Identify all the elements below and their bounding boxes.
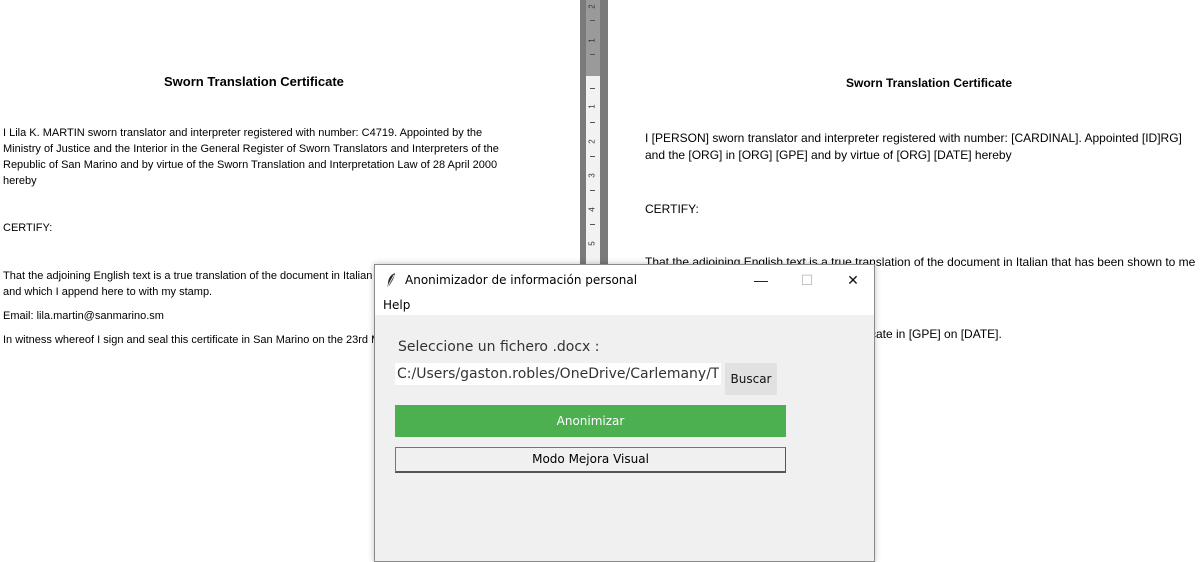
ruler-tick	[590, 156, 595, 157]
browse-button[interactable]: Buscar	[725, 363, 777, 395]
doc-line: Republic of San Marino and by virtue of …	[3, 159, 498, 171]
ruler-label: 4	[587, 207, 597, 212]
doc-title: Sworn Translation Certificate	[164, 74, 344, 89]
ruler-tick	[590, 20, 595, 21]
minimize-button[interactable]: —	[738, 265, 784, 295]
doc-line: and the [ORG] in [ORG] [GPE] and by virt…	[645, 148, 1012, 162]
doc-paragraph-witness: ficate in [GPE] on [DATE].	[864, 326, 1002, 343]
ruler-tick	[590, 122, 595, 123]
doc-paragraph-certify: CERTIFY:	[3, 220, 52, 236]
doc-line: I Lila K. MARTIN sworn translator and in…	[3, 127, 483, 139]
ruler-tick	[590, 54, 595, 55]
ruler-tick	[590, 224, 595, 225]
doc-line: I [PERSON] sworn translator and interpre…	[645, 131, 1182, 145]
ruler-label: 1	[587, 104, 597, 109]
ruler-label: 1	[587, 38, 597, 43]
anonymizer-dialog[interactable]: Anonimizador de información personal — ☐…	[374, 264, 875, 562]
close-button[interactable]: ✕	[830, 265, 876, 295]
doc-paragraph-intro: I Lila K. MARTIN sworn translator and in…	[3, 125, 578, 189]
doc-line: hereby	[3, 175, 37, 187]
anonymize-button[interactable]: Anonimizar	[395, 405, 786, 437]
doc-line: Ministry of Justice and the Interior in …	[3, 143, 499, 155]
feather-icon	[385, 272, 397, 288]
select-file-label: Seleccione un fichero .docx :	[398, 339, 600, 355]
menu-bar: Help	[375, 295, 874, 315]
window-title: Anonimizador de información personal	[405, 273, 638, 287]
doc-paragraph-intro: I [PERSON] sworn translator and interpre…	[645, 130, 1202, 164]
doc-line: CERTIFY:	[645, 202, 699, 216]
doc-line: CERTIFY:	[3, 222, 53, 234]
doc-paragraph-email: Email: lila.martin@sanmarino.sm	[3, 308, 164, 324]
ruler-label: 3	[587, 173, 597, 178]
doc-paragraph-certify: CERTIFY:	[645, 201, 699, 218]
menu-item-help[interactable]: Help	[383, 298, 410, 312]
ruler-label: 2	[587, 4, 597, 9]
ruler-label: 5	[587, 241, 597, 246]
doc-line: Email: lila.martin@sanmarino.sm	[3, 310, 164, 322]
file-path-input[interactable]	[395, 363, 721, 385]
title-bar[interactable]: Anonimizador de información personal — ☐…	[375, 265, 874, 295]
doc-title: Sworn Translation Certificate	[846, 76, 1013, 90]
doc-line: ficate in [GPE] on [DATE].	[864, 327, 1002, 341]
visual-enhancement-mode-button[interactable]: Modo Mejora Visual	[395, 447, 786, 473]
ruler-tick	[590, 88, 595, 89]
ruler-tick	[590, 190, 595, 191]
maximize-button[interactable]: ☐	[784, 265, 830, 295]
ruler-label: 2	[587, 139, 597, 144]
